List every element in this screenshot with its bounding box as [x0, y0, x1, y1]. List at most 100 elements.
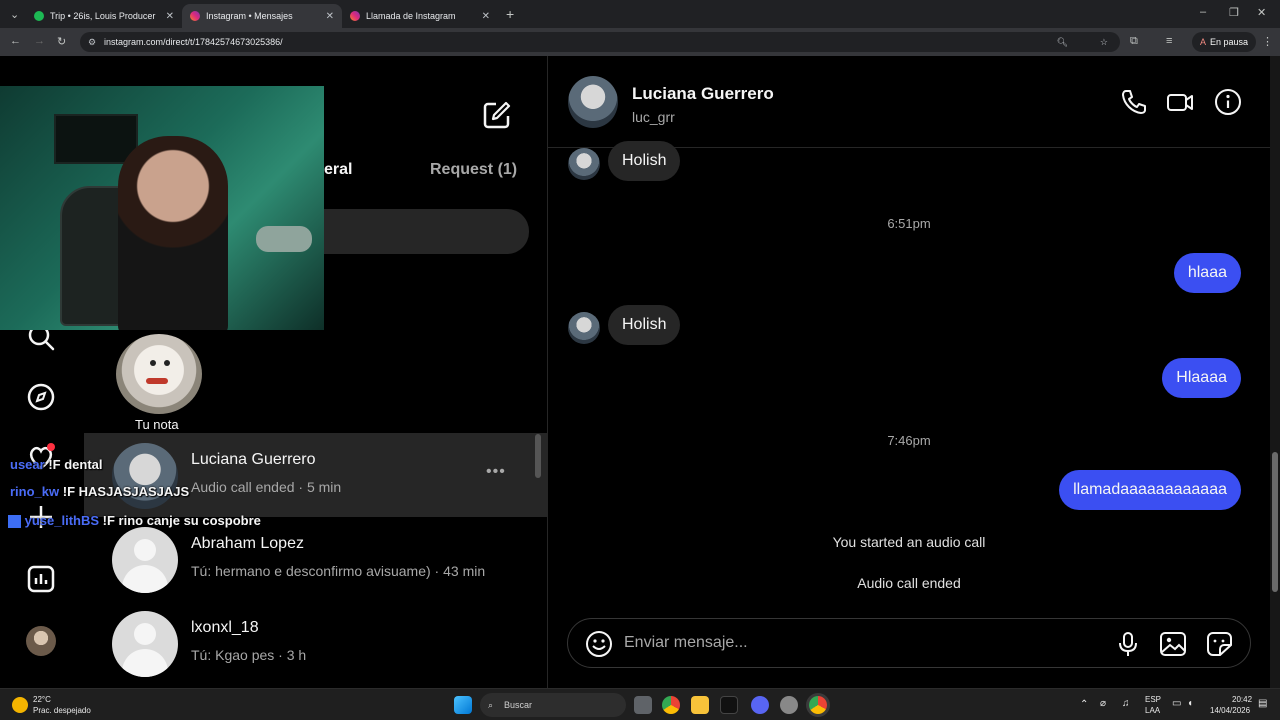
conversation-info-icon[interactable]: [1214, 88, 1242, 116]
webcam-overlay: [0, 86, 324, 330]
browser-tab-instagram-messages[interactable]: Instagram • Mensajes ✕: [182, 4, 342, 28]
stream-chat-line: yuse_lithBS !F rino canje su cospobre: [8, 513, 261, 529]
instagram-icon: [350, 11, 360, 21]
chrome-icon[interactable]: [662, 696, 680, 714]
language-bottom[interactable]: LAA: [1145, 706, 1160, 715]
video-call-icon[interactable]: [1166, 88, 1194, 116]
profile-avatar: A: [1200, 37, 1207, 47]
badge-icon: [8, 515, 21, 529]
taskbar-search[interactable]: ⌕ Buscar: [480, 693, 626, 717]
discord-icon[interactable]: [751, 696, 769, 714]
message-sender-avatar: [568, 312, 600, 344]
taskbar-search-label: Buscar: [504, 700, 533, 710]
emoji-icon[interactable]: [585, 630, 613, 658]
media-control-icon[interactable]: ≡: [1166, 35, 1172, 47]
thread-name: lxonxl_18: [191, 619, 259, 636]
display-icon[interactable]: ▭: [1172, 698, 1181, 709]
contact-name[interactable]: Luciana Guerrero: [632, 84, 774, 104]
tiktok-icon[interactable]: [720, 696, 738, 714]
maximize-button[interactable]: ❐: [1229, 6, 1239, 19]
clock-date[interactable]: 14/04/2026: [1210, 706, 1250, 715]
note-label: Tu nota: [135, 417, 179, 432]
close-icon[interactable]: ✕: [482, 11, 490, 22]
thread-name: Luciana Guerrero: [191, 451, 316, 468]
message-incoming: Holish: [608, 141, 681, 181]
contact-avatar[interactable]: [568, 76, 618, 128]
spotify-icon: [34, 11, 44, 21]
search-notes-pill[interactable]: [324, 209, 529, 254]
inbox-scrollbar[interactable]: [535, 434, 541, 478]
explore-compass-icon[interactable]: [26, 382, 56, 412]
profile-button[interactable]: A En pausa: [1192, 32, 1257, 52]
thread-lxonxl-18[interactable]: lxonxl_18 Tú: Kgao pes · 3 h: [84, 601, 548, 685]
close-window-button[interactable]: ✕: [1257, 6, 1266, 19]
message-timestamp: 7:46pm: [887, 433, 931, 448]
thread-abraham-lopez[interactable]: Abraham Lopez Tú: hermano e desconfirmo …: [84, 517, 548, 601]
profile-avatar[interactable]: [26, 626, 56, 656]
minimize-button[interactable]: –: [1200, 6, 1206, 18]
image-upload-icon[interactable]: [1159, 630, 1187, 658]
browser-tab-instagram-call[interactable]: Llamada de Instagram ✕: [342, 4, 498, 28]
weather-description: Prac. despejado: [33, 706, 91, 715]
close-icon[interactable]: ✕: [166, 11, 174, 22]
chrome-active-icon[interactable]: [809, 696, 827, 714]
zoom-icon[interactable]: 🔍︎: [1057, 37, 1068, 48]
address-bar[interactable]: ⚙ instagram.com/direct/t/178425746730253…: [80, 32, 1120, 52]
browser-tab-spotify[interactable]: Trip • 26is, Louis Producer ✕: [26, 4, 182, 28]
new-tab-button[interactable]: +: [506, 6, 514, 22]
compose-message-icon[interactable]: [482, 100, 512, 130]
task-view-icon[interactable]: [634, 696, 652, 714]
back-arrow-icon[interactable]: ←: [10, 35, 21, 47]
page-scrollbar-thumb[interactable]: [1272, 452, 1278, 592]
volume-icon[interactable]: ◖: [1187, 698, 1193, 709]
dog-collar: [146, 378, 168, 384]
microphone-icon[interactable]: [1114, 630, 1142, 658]
tab-general[interactable]: eral: [324, 161, 352, 179]
extensions-icon[interactable]: ⧉: [1130, 35, 1138, 48]
weather-sun-icon[interactable]: [12, 697, 28, 713]
file-explorer-icon[interactable]: [691, 696, 709, 714]
instagram-icon: [190, 11, 200, 21]
bookmark-star-icon[interactable]: ☆: [1100, 37, 1108, 48]
show-hidden-icons-icon[interactable]: ⌃: [1080, 699, 1088, 710]
audio-call-icon[interactable]: [1120, 88, 1148, 116]
app-icon[interactable]: [780, 696, 798, 714]
tab-search-icon[interactable]: ⌄: [10, 8, 19, 21]
windows-start-icon[interactable]: [454, 696, 472, 714]
language-top[interactable]: ESP: [1145, 695, 1161, 704]
message-outgoing: llamadaaaaaaaaaaaa: [1059, 470, 1241, 510]
conversation-header: Luciana Guerrero luc_grr: [548, 56, 1270, 148]
windows-taskbar: 22°C Prac. despejado ⌕ Buscar ⌃ ⌀ ♫ ESP …: [0, 688, 1280, 720]
dog-eye: [150, 360, 156, 366]
notification-bell-icon[interactable]: ▤: [1258, 698, 1267, 709]
tab-requests[interactable]: Request (1): [430, 161, 517, 179]
page-scrollbar[interactable]: [1270, 56, 1280, 688]
note-avatar[interactable]: [116, 334, 202, 414]
browser-menu-icon[interactable]: ⋮: [1262, 35, 1273, 48]
forward-arrow-icon[interactable]: →: [34, 35, 45, 47]
dashboard-chart-icon[interactable]: [26, 564, 56, 594]
profile-status: En pausa: [1210, 37, 1249, 47]
sticker-icon[interactable]: [1205, 630, 1233, 658]
message-input[interactable]: [624, 631, 1084, 655]
webcam-background-tv: [54, 114, 138, 164]
close-icon[interactable]: ✕: [326, 11, 334, 22]
thread-preview: Tú: Kgao pes · 3 h: [191, 647, 307, 663]
network-icon[interactable]: ⌀: [1100, 698, 1106, 709]
site-info-icon[interactable]: ⚙: [88, 37, 96, 48]
reload-icon[interactable]: ↻: [57, 35, 66, 48]
instagram-app: eral Request (1) Tu nota Luciana Guerrer…: [0, 56, 1280, 688]
browser-toolbar: ← → ↻ ⚙ instagram.com/direct/t/178425746…: [0, 28, 1280, 56]
clock-time[interactable]: 20:42: [1232, 695, 1252, 704]
more-options-icon[interactable]: •••: [486, 463, 506, 481]
dog-eye: [164, 360, 170, 366]
thread-preview: Audio call ended · 5 min: [191, 479, 342, 495]
thread-luciana-guerrero[interactable]: Luciana Guerrero Audio call ended · 5 mi…: [84, 433, 548, 517]
thread-avatar: [112, 443, 178, 509]
mic-tray-icon[interactable]: ♫: [1122, 698, 1130, 709]
system-message: You started an audio call: [832, 534, 986, 550]
stream-chat-line: rino_kw !F HASJASJASJAJS: [10, 484, 189, 499]
system-message: Audio call ended: [857, 575, 961, 591]
webcam-streamer: [118, 136, 228, 330]
message-outgoing: hlaaa: [1173, 253, 1241, 293]
